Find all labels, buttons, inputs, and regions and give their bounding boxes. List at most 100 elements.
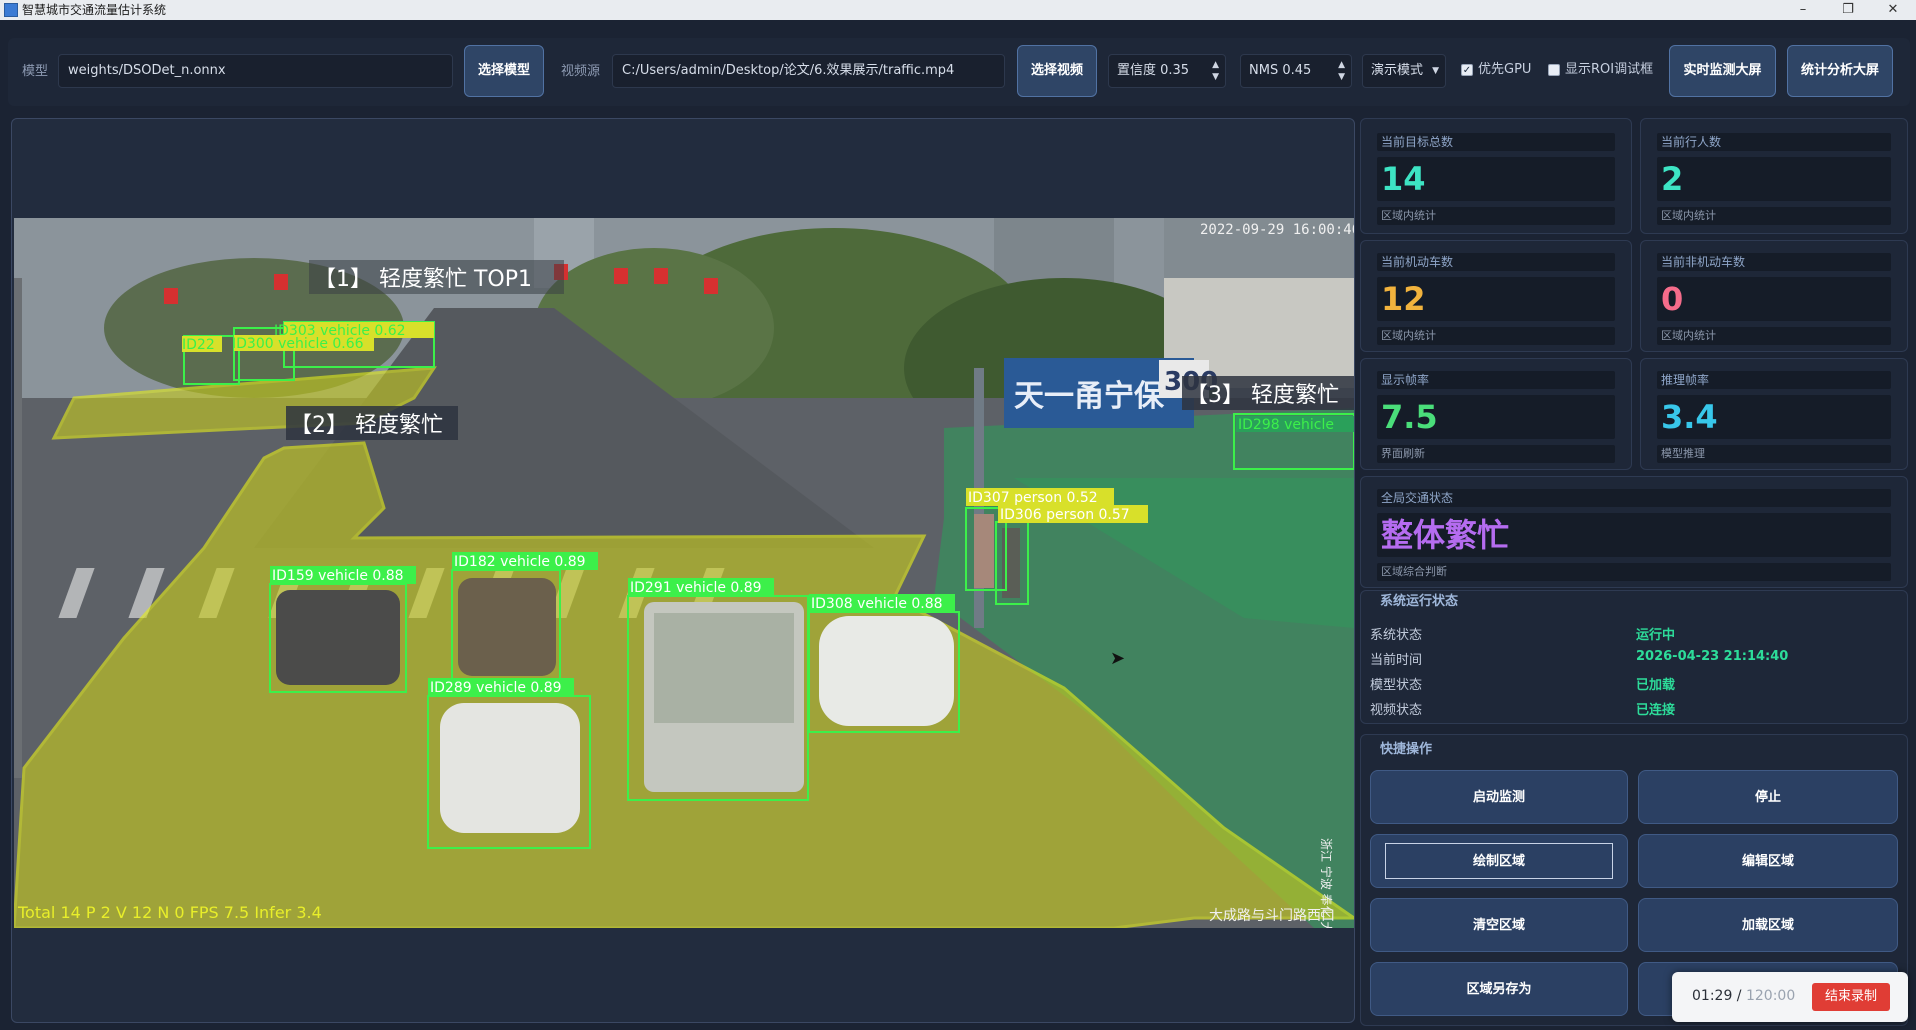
spin-arrows-icon[interactable]: ▲ ▼ (1212, 59, 1219, 83)
card-value: 3.4 (1657, 395, 1891, 439)
system-row-key: 模型状态 (1370, 678, 1423, 693)
zone-label-2: 【2】 轻度繁忙 (290, 413, 443, 438)
nms-value: NMS 0.45 (1249, 63, 1312, 78)
video-side-text: 浙江 宁波 奉化 大桥 (1319, 838, 1334, 928)
detection-label: ID300 vehicle 0.66 (232, 336, 364, 352)
card-title: 当前非机动车数 (1657, 253, 1891, 271)
card-sub: 界面刷新 (1377, 445, 1615, 463)
detection-label: ID22 (182, 337, 215, 353)
card-pedestrians: 当前行人数 2 区域内统计 (1640, 118, 1908, 234)
confidence-spinbox[interactable]: 置信度 0.35 ▲ ▼ (1108, 54, 1226, 88)
detection-label: ID182 vehicle 0.89 (454, 554, 586, 570)
detection-label: ID298 vehicle (1238, 417, 1334, 433)
video-path-input[interactable]: C:/Users/admin/Desktop/论文/6.效果展示/traffic… (612, 54, 1005, 88)
minimize-button[interactable]: – (1780, 0, 1826, 20)
video-timestamp: 2022-09-29 16:00:46 (1200, 222, 1354, 238)
draw-zone-label: 绘制区域 (1385, 843, 1613, 879)
card-value: 0 (1657, 277, 1891, 321)
overlay-stats: Total 14 P 2 V 12 N 0 FPS 7.5 Infer 3.4 (17, 903, 322, 922)
recording-timer: 01:29 / 120:00 (1692, 988, 1795, 1004)
recording-popup: 01:29 / 120:00 结束录制 (1672, 972, 1908, 1022)
zone-label-3: 【3】 轻度繁忙 (1186, 383, 1339, 408)
prefer-gpu-label: 优先GPU (1478, 62, 1532, 77)
mode-value: 演示模式 (1371, 63, 1424, 78)
system-row-key: 当前时间 (1370, 653, 1423, 668)
load-zone-button[interactable]: 加载区域 (1638, 898, 1898, 952)
close-button[interactable]: ✕ (1870, 0, 1916, 20)
detection-label: ID159 vehicle 0.88 (272, 568, 404, 584)
nms-spinbox[interactable]: NMS 0.45 ▲ ▼ (1240, 54, 1352, 88)
card-sub: 区域内统计 (1377, 327, 1615, 345)
save-zone-as-button[interactable]: 区域另存为 (1370, 962, 1628, 1016)
app-icon (4, 3, 18, 17)
clear-zone-button[interactable]: 清空区域 (1370, 898, 1628, 952)
detection-label: ID291 vehicle 0.89 (630, 580, 762, 596)
select-video-button[interactable]: 选择视频 (1017, 45, 1097, 97)
video-source-label: 视频源 (561, 64, 601, 79)
edit-zone-button[interactable]: 编辑区域 (1638, 834, 1898, 888)
start-monitor-button[interactable]: 启动监测 (1370, 770, 1628, 824)
maximize-button[interactable]: ❐ (1825, 0, 1871, 20)
card-sub: 区域综合判断 (1377, 563, 1891, 581)
card-value: 12 (1377, 277, 1615, 321)
realtime-screen-button[interactable]: 实时监测大屏 (1669, 45, 1776, 97)
model-path-input[interactable]: weights/DSODet_n.onnx (58, 54, 453, 88)
detection-label: ID307 person 0.52 (968, 490, 1098, 506)
card-value: 14 (1377, 157, 1615, 201)
card-title: 全局交通状态 (1377, 489, 1891, 507)
video-location: 大成路与斗门路西口 (1209, 908, 1335, 924)
system-row-key: 视频状态 (1370, 703, 1423, 718)
card-sub: 区域内统计 (1377, 207, 1615, 225)
show-roi-checkbox[interactable] (1548, 64, 1560, 76)
card-title: 推理帧率 (1657, 371, 1891, 389)
model-label: 模型 (22, 64, 49, 79)
system-row-value: 已加载 (1636, 678, 1676, 693)
card-title: 当前行人数 (1657, 133, 1891, 151)
title-bar: 智慧城市交通流量估计系统 – ❐ ✕ (0, 0, 1916, 20)
window-title: 智慧城市交通流量估计系统 (22, 3, 167, 17)
card-global-status: 全局交通状态 整体繁忙 区域综合判断 (1360, 476, 1908, 588)
detection-label: ID306 person 0.57 (1000, 507, 1130, 523)
traffic-scene: 天一甬宁保 300 ID303 vehicle 0.62 (14, 218, 1354, 928)
show-roi-label: 显示ROI调试框 (1565, 62, 1654, 77)
system-row-value: 2026-04-23 21:14:40 (1636, 649, 1789, 664)
card-title: 显示帧率 (1377, 371, 1615, 389)
card-value: 整体繁忙 (1377, 513, 1891, 557)
card-sub: 模型推理 (1657, 445, 1891, 463)
detection-label: ID308 vehicle 0.88 (811, 596, 943, 612)
system-row-value: 运行中 (1636, 628, 1676, 643)
card-value: 2 (1657, 157, 1891, 201)
system-row-key: 系统状态 (1370, 628, 1423, 643)
recording-total: 120:00 (1745, 988, 1796, 1004)
card-sub: 区域内统计 (1657, 327, 1891, 345)
stop-button[interactable]: 停止 (1638, 770, 1898, 824)
stats-screen-button[interactable]: 统计分析大屏 (1787, 45, 1893, 97)
recording-elapsed: 01:29 (1692, 988, 1733, 1004)
prefer-gpu-checkbox[interactable]: ✓ (1461, 64, 1473, 76)
card-nonmotor: 当前非机动车数 0 区域内统计 (1640, 240, 1908, 352)
system-status-title: 系统运行状态 (1380, 594, 1459, 609)
card-total: 当前目标总数 14 区域内统计 (1360, 118, 1632, 234)
billboard-text: 天一甬宁保 (1014, 379, 1165, 414)
card-infer: 推理帧率 3.4 模型推理 (1640, 358, 1908, 470)
system-row-value: 已连接 (1636, 703, 1676, 718)
card-title: 当前目标总数 (1377, 133, 1615, 151)
card-fps: 显示帧率 7.5 界面刷新 (1360, 358, 1632, 470)
stop-recording-button[interactable]: 结束录制 (1812, 983, 1890, 1011)
confidence-value: 置信度 0.35 (1117, 63, 1190, 78)
mouse-cursor-icon: ➤ (1110, 648, 1126, 669)
card-motor: 当前机动车数 12 区域内统计 (1360, 240, 1632, 352)
mode-select[interactable]: 演示模式 ▼ (1362, 54, 1446, 88)
quick-actions-title: 快捷操作 (1380, 742, 1433, 757)
card-title: 当前机动车数 (1377, 253, 1615, 271)
card-value: 7.5 (1377, 395, 1615, 439)
select-model-button[interactable]: 选择模型 (464, 45, 544, 97)
detection-label: ID289 vehicle 0.89 (430, 680, 562, 696)
draw-zone-button[interactable]: 绘制区域 (1370, 834, 1628, 888)
zone-label-1: 【1】 轻度繁忙 TOP1 (314, 267, 532, 292)
chevron-down-icon: ▼ (1432, 66, 1439, 76)
system-status-panel (1360, 590, 1908, 724)
card-sub: 区域内统计 (1657, 207, 1891, 225)
spin-arrows-icon[interactable]: ▲ ▼ (1338, 59, 1345, 83)
video-frame[interactable]: 天一甬宁保 300 ID303 vehicle 0.62 (14, 218, 1354, 928)
